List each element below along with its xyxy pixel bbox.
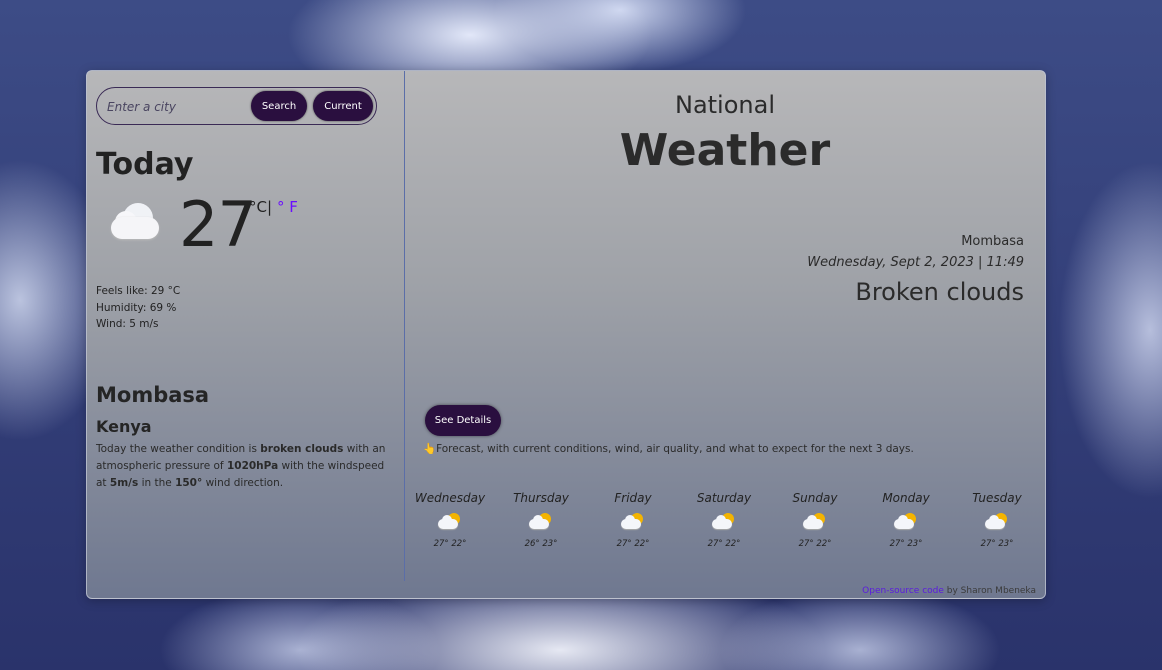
feels-like: Feels like: 29 °C (96, 285, 181, 297)
current-location-button[interactable]: Current (313, 91, 373, 121)
forecast-temps: 27° 22° (707, 539, 741, 549)
forecast-temps: 27° 22° (433, 539, 467, 549)
forecast-day-name: Friday (614, 491, 652, 505)
app-title-line2: Weather (619, 125, 831, 176)
forecast-day-name: Saturday (696, 491, 752, 505)
city-search-input[interactable] (105, 97, 249, 117)
forecast-day: Saturday 27° 22° (684, 491, 764, 549)
forecast-day-name: Thursday (513, 491, 569, 505)
celsius-unit-link[interactable]: °C (249, 198, 267, 216)
forecast-day: Friday 27° 22° (593, 491, 673, 549)
see-details-button[interactable]: See Details (425, 405, 501, 436)
partly-cloudy-icon (894, 513, 918, 531)
forecast-day: Sunday 27° 22° (775, 491, 855, 549)
forecast-temps: 26° 23° (524, 539, 558, 549)
current-temperature: 27 (179, 188, 257, 261)
city-name: Mombasa (96, 383, 210, 407)
location-datetime: Wednesday, Sept 2, 2023 | 11:49 (807, 255, 1024, 270)
unit-separator: | (267, 198, 273, 216)
cloud-icon (109, 201, 163, 241)
forecast-day: Monday 27° 23° (866, 491, 946, 549)
forecast-day-name: Sunday (792, 491, 838, 505)
forecast-day: Thursday 26° 23° (501, 491, 581, 549)
forecast-temps: 27° 22° (798, 539, 832, 549)
partly-cloudy-icon (803, 513, 827, 531)
author-credit: by Sharon Mbeneka (943, 586, 1036, 596)
footer-credit: Open-source code by Sharon Mbeneka (862, 586, 1036, 596)
partly-cloudy-icon (621, 513, 645, 531)
forecast-day-name: Wednesday (414, 491, 486, 505)
partly-cloudy-icon (529, 513, 553, 531)
location-condition: Broken clouds (855, 278, 1024, 306)
search-button[interactable]: Search (251, 91, 307, 121)
forecast-day: Tuesday 27° 23° (957, 491, 1037, 549)
weather-description: Today the weather condition is broken cl… (96, 443, 386, 489)
country-name: Kenya (96, 417, 152, 436)
fahrenheit-unit-link[interactable]: ° F (277, 198, 298, 216)
details-hint: 👆Forecast, with current conditions, wind… (423, 443, 914, 455)
search-form: Search Current (96, 87, 377, 125)
forecast-day-name: Monday (882, 491, 930, 505)
wind: Wind: 5 m/s (96, 318, 159, 330)
partly-cloudy-icon (438, 513, 462, 531)
today-heading: Today (96, 147, 194, 182)
partly-cloudy-icon (712, 513, 736, 531)
forecast-temps: 27° 23° (980, 539, 1014, 549)
forecast-day-name: Tuesday (972, 491, 1022, 505)
partly-cloudy-icon (985, 513, 1009, 531)
forecast-temps: 27° 23° (889, 539, 923, 549)
open-source-link[interactable]: Open-source code (862, 586, 944, 596)
weather-card: Search Current Today 27 °C | ° F Feels l… (86, 70, 1046, 599)
app-title-line1: National (674, 91, 775, 119)
forecast-temps: 27° 22° (616, 539, 650, 549)
forecast-day: Wednesday 27° 22° (410, 491, 490, 549)
location-city: Mombasa (961, 234, 1024, 249)
humidity: Humidity: 69 % (96, 302, 177, 314)
